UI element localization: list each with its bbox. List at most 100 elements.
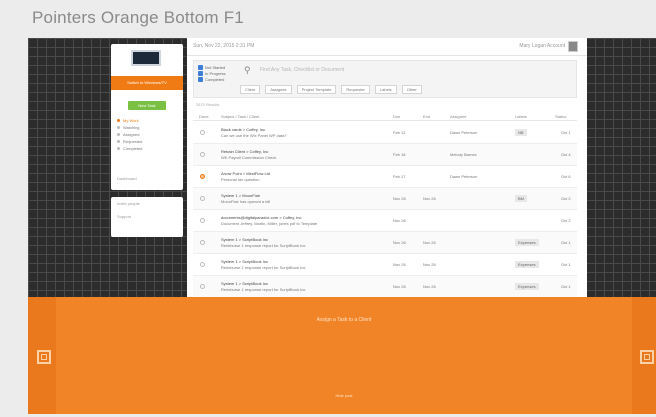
column-header[interactable]: End <box>423 114 430 119</box>
row-checkbox[interactable] <box>200 196 205 201</box>
logo <box>131 50 161 66</box>
row-checkbox[interactable] <box>200 152 205 157</box>
sidebar-item-watching[interactable]: Watching <box>117 124 142 131</box>
pointer-title: Assign a Task to a Client <box>316 317 372 323</box>
column-header[interactable]: Status <box>555 114 566 119</box>
due-date: Feb 12 <box>393 130 406 135</box>
next-arrow-icon[interactable] <box>640 350 654 364</box>
prev-arrow-icon[interactable] <box>37 350 51 364</box>
account-name[interactable]: Mary Logan Account <box>519 43 565 49</box>
column-header[interactable]: Assignee <box>450 114 466 119</box>
status: Oct 2 <box>561 218 571 223</box>
end-date: Nov 26 <box>423 240 436 245</box>
invite-people-link[interactable]: Invite people <box>111 197 183 210</box>
column-header[interactable]: Labels <box>515 114 527 119</box>
filter-label: In Progress <box>205 70 226 76</box>
table-row[interactable]: System 1 > MoonFlair MoonFlair has opened… <box>193 188 577 210</box>
task-subject: Reimburse 1 response report for ScriptBo… <box>221 265 306 270</box>
sidebar-item-completed[interactable]: Completed <box>117 145 142 152</box>
checkbox-icon <box>198 76 203 82</box>
filter-completed[interactable]: Completed <box>198 76 225 82</box>
status: Oct 1 <box>561 284 571 289</box>
status: Oct 2 <box>561 196 571 201</box>
sidebar-item-label: My Work <box>123 118 139 123</box>
row-checkbox[interactable] <box>200 130 205 135</box>
task-title[interactable]: Arrow Point > MindFlow Ltd <box>221 171 270 176</box>
bullet-icon <box>117 133 120 136</box>
task-subject: Can we use the Wix Panel WP data? <box>221 133 287 138</box>
sidebar-item-label: Assigned <box>123 132 140 137</box>
chip-requester[interactable]: Requester <box>341 85 370 94</box>
column-header[interactable]: Subject / Task / Client <box>221 114 259 119</box>
filter-in-progress[interactable]: In Progress <box>198 70 225 76</box>
search-icon[interactable]: ⚲ <box>244 65 251 75</box>
orange-pointer-panel: Assign a Task to a Client Hide post <box>28 297 656 414</box>
task-subject: Reimburse 1 response report for ScriptBo… <box>221 287 306 292</box>
bullet-icon <box>117 140 120 143</box>
assignee: Dawn Peterson <box>450 174 478 179</box>
task-title[interactable]: System 1 > MoonFlair <box>221 193 260 198</box>
chip-labels[interactable]: Labels <box>374 85 397 94</box>
status: Oct 4 <box>561 152 571 157</box>
new-task-button[interactable]: New Task <box>128 101 166 110</box>
table-row[interactable]: System 1 > ScriptBook IncReimburse 1 res… <box>193 276 577 298</box>
task-title[interactable]: Black cards > Coffey, Inc <box>221 127 265 132</box>
table-row[interactable]: System 1 > ScriptBook IncReimburse 1 res… <box>193 232 577 254</box>
table-row[interactable]: Black cards > Coffey, Inc Can we use the … <box>193 122 577 144</box>
sidebar-item-requested[interactable]: Requested <box>117 138 142 145</box>
row-checkbox[interactable] <box>200 284 205 289</box>
table-row[interactable]: Rebain Client > Coffey, Inc WK Payroll Co… <box>193 144 577 166</box>
checkbox-icon <box>198 70 203 76</box>
table-row[interactable]: System 1 > ScriptBook IncReimburse 1 res… <box>193 254 577 276</box>
status: Oct 1 <box>561 130 571 135</box>
sidebar-links: Invite people Support <box>111 197 183 237</box>
avatar[interactable] <box>568 41 578 52</box>
filter-chips: Client Assignee Project Template Request… <box>240 85 422 94</box>
task-title[interactable]: System 1 > ScriptBook Inc <box>221 259 268 264</box>
row-checkbox[interactable] <box>200 262 205 267</box>
row-checkbox[interactable] <box>200 174 205 179</box>
filter-label: Completed <box>205 76 225 82</box>
column-header[interactable]: Due <box>393 114 400 119</box>
row-checkbox[interactable] <box>200 218 205 223</box>
table-header: Done Subject / Task / Client Due End Ass… <box>193 112 577 121</box>
label-badge: Expenses <box>515 239 539 246</box>
task-title[interactable]: System 1 > ScriptBook Inc <box>221 237 268 242</box>
chip-project-template[interactable]: Project Template <box>296 85 337 94</box>
task-title[interactable]: Rebain Client > Coffey, Inc <box>221 149 268 154</box>
table-row[interactable]: Arrow Point > MindFlow Ltd Personal tax q… <box>193 166 577 188</box>
due-date: Nov 26 <box>393 240 406 245</box>
sidebar-footer-link[interactable]: Dashboard <box>117 176 137 181</box>
chip-client[interactable]: Client <box>240 85 261 94</box>
task-subject: Personal tax question <box>221 177 260 182</box>
sidebar-item-assigned[interactable]: Assigned <box>117 131 142 138</box>
filter-label: Not Started <box>205 64 226 70</box>
due-date: Nov 26 <box>393 262 406 267</box>
task-list-window: Sun, Nov 22, 2015 2:31 PM Mary Logan Acc… <box>187 38 587 320</box>
due-date: Nov 26 <box>393 196 406 201</box>
task-title[interactable]: documents@digitalparadox.com > Coffey, I… <box>221 215 302 220</box>
label-badge: BM <box>515 195 527 202</box>
task-subject: WK Payroll Commission Check <box>221 155 277 160</box>
hide-post-link[interactable]: Hide post <box>56 393 632 398</box>
task-subject: Document Jeffrey, Martin, Miller, jones … <box>221 221 318 226</box>
sidebar-item-my-work[interactable]: My Work <box>117 117 142 124</box>
chip-assignee[interactable]: Assignee <box>265 85 292 94</box>
sidebar-banner[interactable]: Switch to Windows/TV <box>111 76 183 90</box>
current-date: Sun, Nov 22, 2015 2:31 PM <box>193 43 255 49</box>
status-filters: Not Started In Progress Completed <box>198 64 225 82</box>
task-subject: Reimburse 1 response report for ScriptBo… <box>221 243 306 248</box>
filter-not-started[interactable]: Not Started <box>198 64 225 70</box>
chip-other[interactable]: Other <box>401 85 422 94</box>
presentation-stage: Switch to Windows/TV New Task My Work Wa… <box>28 38 656 414</box>
support-link[interactable]: Support <box>111 210 183 223</box>
task-table: Black cards > Coffey, Inc Can we use the … <box>193 122 577 320</box>
app-header: Sun, Nov 22, 2015 2:31 PM Mary Logan Acc… <box>187 38 587 56</box>
search-input[interactable]: Find Any Task, Checklist or Document <box>260 67 344 73</box>
row-checkbox[interactable] <box>200 240 205 245</box>
bullet-icon <box>117 147 120 150</box>
table-row[interactable]: documents@digitalparadox.com > Coffey, I… <box>193 210 577 232</box>
sidebar-item-label: Watching <box>123 125 140 130</box>
column-header[interactable]: Done <box>199 114 209 119</box>
task-title[interactable]: System 1 > ScriptBook Inc <box>221 281 268 286</box>
